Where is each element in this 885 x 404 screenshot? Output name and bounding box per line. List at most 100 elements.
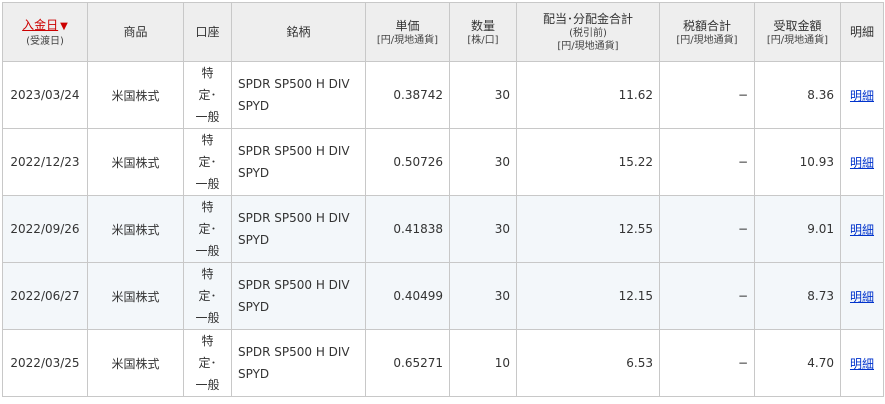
row-product: 米国株式	[87, 128, 184, 196]
row-unit-price: 0.38742	[365, 61, 450, 129]
row-date: 2023/03/24	[2, 61, 88, 129]
header-received-label: 受取金額	[773, 18, 822, 33]
row-dividend: 6.53	[516, 329, 660, 397]
detail-link[interactable]: 明細	[850, 156, 874, 170]
header-product: 商品	[87, 2, 184, 62]
stock-name: SPDR SP500 H DIV	[238, 144, 350, 158]
row-quantity: 30	[449, 195, 517, 263]
account-line: 定･	[198, 356, 217, 370]
row-quantity: 10	[449, 329, 517, 397]
account-line: 定･	[198, 88, 217, 102]
account-line: 定･	[198, 289, 217, 303]
row-quantity: 30	[449, 61, 517, 129]
header-date-sub: (受渡日)	[26, 35, 64, 47]
stock-name: SPDR SP500 H DIV	[238, 77, 350, 91]
stock-ticker: SPYD	[238, 99, 270, 113]
header-dividend-total-unit: [円/現地通貨]	[557, 41, 619, 52]
row-stock: SPDR SP500 H DIV SPYD	[231, 262, 366, 330]
row-unit-price: 0.65271	[365, 329, 450, 397]
header-quantity-unit: [株/口]	[467, 34, 499, 46]
header-received: 受取金額 [円/現地通貨]	[754, 2, 841, 62]
row-received: 9.01	[754, 195, 841, 263]
table-row: 2023/03/24 米国株式 特 定･ 一般 SPDR SP500 H DIV…	[2, 61, 884, 129]
row-detail: 明細	[840, 195, 884, 263]
detail-link[interactable]: 明細	[850, 223, 874, 237]
header-quantity-label: 数量	[470, 18, 495, 33]
header-dividend-total-note: (税引前)	[569, 28, 607, 39]
row-tax: −	[659, 329, 755, 397]
row-account: 特 定･ 一般	[183, 61, 232, 129]
stock-ticker: SPYD	[238, 300, 270, 314]
account-line: 一般	[195, 378, 220, 392]
row-detail: 明細	[840, 61, 884, 129]
header-date[interactable]: 入金日 ▼ (受渡日)	[2, 2, 88, 62]
header-dividend-total: 配当･分配金合計 (税引前) [円/現地通貨]	[516, 2, 660, 62]
row-tax: −	[659, 262, 755, 330]
row-product: 米国株式	[87, 262, 184, 330]
table-row: 2022/12/23 米国株式 特 定･ 一般 SPDR SP500 H DIV…	[2, 128, 884, 196]
detail-link[interactable]: 明細	[850, 290, 874, 304]
row-date: 2022/12/23	[2, 128, 88, 196]
row-quantity: 30	[449, 128, 517, 196]
table-row: 2022/09/26 米国株式 特 定･ 一般 SPDR SP500 H DIV…	[2, 195, 884, 263]
table-header-row: 入金日 ▼ (受渡日) 商品 口座 銘柄 単価 [円/現地通貨] 数量 [株/口]…	[2, 2, 884, 62]
header-unit-price-label: 単価	[395, 18, 420, 33]
row-unit-price: 0.41838	[365, 195, 450, 263]
row-dividend: 12.55	[516, 195, 660, 263]
row-detail: 明細	[840, 128, 884, 196]
stock-ticker: SPYD	[238, 367, 270, 381]
header-quantity: 数量 [株/口]	[449, 2, 517, 62]
detail-link[interactable]: 明細	[850, 357, 874, 371]
stock-name: SPDR SP500 H DIV	[238, 278, 350, 292]
stock-name: SPDR SP500 H DIV	[238, 345, 350, 359]
account-line: 特	[201, 200, 214, 214]
header-received-unit: [円/現地通貨]	[766, 34, 829, 46]
account-line: 特	[201, 133, 214, 147]
header-detail: 明細	[840, 2, 884, 62]
row-account: 特 定･ 一般	[183, 262, 232, 330]
row-dividend: 12.15	[516, 262, 660, 330]
stock-name: SPDR SP500 H DIV	[238, 211, 350, 225]
row-product: 米国株式	[87, 329, 184, 397]
account-line: 特	[201, 334, 214, 348]
account-line: 定･	[198, 222, 217, 236]
row-received: 10.93	[754, 128, 841, 196]
row-stock: SPDR SP500 H DIV SPYD	[231, 61, 366, 129]
row-product: 米国株式	[87, 61, 184, 129]
row-detail: 明細	[840, 329, 884, 397]
row-unit-price: 0.50726	[365, 128, 450, 196]
row-dividend: 11.62	[516, 61, 660, 129]
row-account: 特 定･ 一般	[183, 128, 232, 196]
row-account: 特 定･ 一般	[183, 195, 232, 263]
row-account: 特 定･ 一般	[183, 329, 232, 397]
sort-descending-icon[interactable]: ▼	[60, 21, 68, 32]
table-row: 2022/06/27 米国株式 特 定･ 一般 SPDR SP500 H DIV…	[2, 262, 884, 330]
row-date: 2022/03/25	[2, 329, 88, 397]
row-quantity: 30	[449, 262, 517, 330]
detail-link[interactable]: 明細	[850, 89, 874, 103]
row-unit-price: 0.40499	[365, 262, 450, 330]
account-line: 一般	[195, 177, 220, 191]
header-tax-total: 税額合計 [円/現地通貨]	[659, 2, 755, 62]
stock-ticker: SPYD	[238, 166, 270, 180]
row-stock: SPDR SP500 H DIV SPYD	[231, 195, 366, 263]
header-unit-price: 単価 [円/現地通貨]	[365, 2, 450, 62]
account-line: 一般	[195, 244, 220, 258]
header-account: 口座	[183, 2, 232, 62]
row-tax: −	[659, 128, 755, 196]
header-tax-total-label: 税額合計	[682, 18, 731, 33]
date-sort-link[interactable]: 入金日	[22, 18, 58, 32]
header-dividend-total-label: 配当･分配金合計	[542, 12, 633, 26]
row-stock: SPDR SP500 H DIV SPYD	[231, 329, 366, 397]
row-dividend: 15.22	[516, 128, 660, 196]
row-date: 2022/06/27	[2, 262, 88, 330]
stock-ticker: SPYD	[238, 233, 270, 247]
row-tax: −	[659, 61, 755, 129]
row-received: 8.36	[754, 61, 841, 129]
account-line: 一般	[195, 110, 220, 124]
table-row: 2022/03/25 米国株式 特 定･ 一般 SPDR SP500 H DIV…	[2, 329, 884, 397]
header-tax-total-unit: [円/現地通貨]	[676, 34, 738, 46]
row-date: 2022/09/26	[2, 195, 88, 263]
header-unit-price-unit: [円/現地通貨]	[376, 34, 439, 46]
dividend-history-table: 入金日 ▼ (受渡日) 商品 口座 銘柄 単価 [円/現地通貨] 数量 [株/口]…	[2, 2, 884, 397]
